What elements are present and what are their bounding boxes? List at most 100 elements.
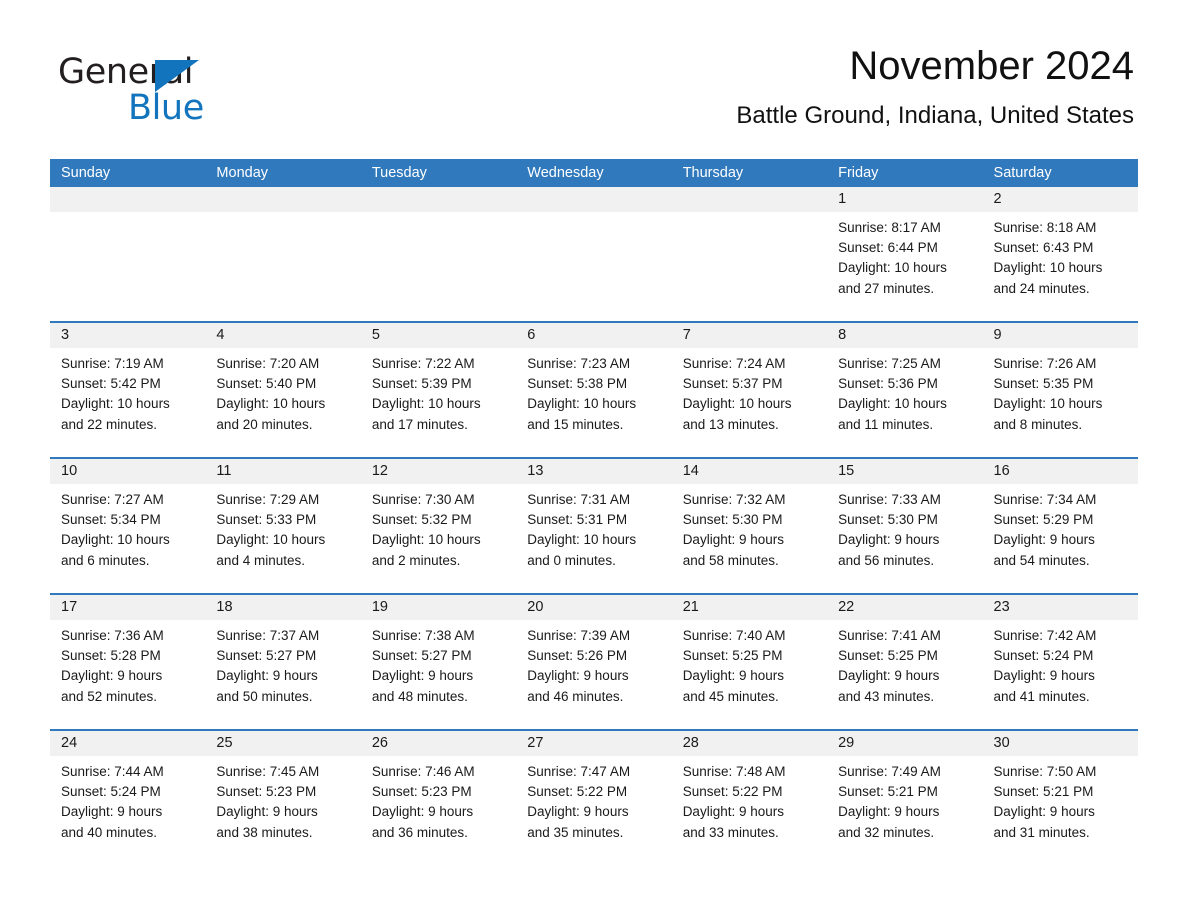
day-cell-30[interactable]: 30 Sunrise: 7:50 AM Sunset: 5:21 PM Dayl… <box>982 731 1138 851</box>
day-number: 17 <box>50 595 206 620</box>
day-cell-1[interactable]: 1 Sunrise: 8:17 AM Sunset: 6:44 PM Dayli… <box>827 187 983 321</box>
day-cell-3[interactable]: 3 Sunrise: 7:19 AM Sunset: 5:42 PM Dayli… <box>50 323 206 457</box>
day-details: Sunrise: 7:22 AM Sunset: 5:39 PM Dayligh… <box>361 348 516 435</box>
weekday-header-saturday: Saturday <box>993 165 1052 181</box>
day-details: Sunrise: 7:48 AM Sunset: 5:22 PM Dayligh… <box>672 756 827 843</box>
day-cell-16[interactable]: 16 Sunrise: 7:34 AM Sunset: 5:29 PM Dayl… <box>982 459 1138 593</box>
weekday-header-monday: Monday <box>216 165 269 181</box>
day-cell-11[interactable]: 11 Sunrise: 7:29 AM Sunset: 5:33 PM Dayl… <box>205 459 361 593</box>
day-cell-20[interactable]: 20 Sunrise: 7:39 AM Sunset: 5:26 PM Dayl… <box>516 595 672 729</box>
sunrise-text: Sunrise: 7:45 AM <box>216 764 320 779</box>
sunrise-text: Sunrise: 7:39 AM <box>527 628 631 643</box>
day-number: 26 <box>360 731 517 756</box>
day-details <box>205 212 360 218</box>
daylight-text-line1: Daylight: 10 hours <box>838 396 947 412</box>
daylight-text-line2: and 43 minutes. <box>838 688 935 704</box>
daylight-text-line1: Daylight: 10 hours <box>993 396 1103 412</box>
day-details <box>50 212 205 218</box>
day-details: Sunrise: 7:24 AM Sunset: 5:37 PM Dayligh… <box>672 348 827 435</box>
daylight-text-line1: Daylight: 10 hours <box>527 532 637 548</box>
day-number: 22 <box>827 595 983 620</box>
daylight-text-line2: and 20 minutes. <box>216 416 313 432</box>
daylight-text-line1: Daylight: 10 hours <box>216 396 326 412</box>
sunset-text: Sunset: 5:33 PM <box>216 512 317 528</box>
day-cell-27[interactable]: 27 Sunrise: 7:47 AM Sunset: 5:22 PM Dayl… <box>516 731 672 851</box>
day-cell-23[interactable]: 23 Sunrise: 7:42 AM Sunset: 5:24 PM Dayl… <box>982 595 1138 729</box>
generalblue-logo[interactable]: General Blue <box>58 52 318 138</box>
day-number <box>205 187 361 212</box>
day-cell-18[interactable]: 18 Sunrise: 7:37 AM Sunset: 5:27 PM Dayl… <box>205 595 361 729</box>
day-details: Sunrise: 7:38 AM Sunset: 5:27 PM Dayligh… <box>361 620 516 707</box>
day-details: Sunrise: 7:41 AM Sunset: 5:25 PM Dayligh… <box>827 620 982 707</box>
daylight-text-line2: and 52 minutes. <box>61 688 158 704</box>
day-cell-19[interactable]: 19 Sunrise: 7:38 AM Sunset: 5:27 PM Dayl… <box>360 595 517 729</box>
daylight-text-line1: Daylight: 10 hours <box>61 396 170 412</box>
sunset-text: Sunset: 5:24 PM <box>993 648 1094 664</box>
day-cell <box>360 187 517 321</box>
day-cell-10[interactable]: 10 Sunrise: 7:27 AM Sunset: 5:34 PM Dayl… <box>50 459 206 593</box>
day-number: 18 <box>205 595 361 620</box>
sunset-text: Sunset: 5:21 PM <box>838 784 938 800</box>
day-cell-6[interactable]: 6 Sunrise: 7:23 AM Sunset: 5:38 PM Dayli… <box>516 323 672 457</box>
day-cell-28[interactable]: 28 Sunrise: 7:48 AM Sunset: 5:22 PM Dayl… <box>671 731 828 851</box>
daylight-text-line1: Daylight: 10 hours <box>682 396 792 412</box>
daylight-text-line1: Daylight: 9 hours <box>838 804 940 820</box>
sunset-text: Sunset: 5:42 PM <box>61 376 161 392</box>
daylight-text-line2: and 24 minutes. <box>993 280 1090 296</box>
day-cell-25[interactable]: 25 Sunrise: 7:45 AM Sunset: 5:23 PM Dayl… <box>205 731 361 851</box>
day-cell-12[interactable]: 12 Sunrise: 7:30 AM Sunset: 5:32 PM Dayl… <box>360 459 517 593</box>
daylight-text-line2: and 35 minutes. <box>527 824 624 840</box>
sunrise-text: Sunrise: 7:36 AM <box>61 628 164 643</box>
sunrise-text: Sunrise: 7:46 AM <box>371 764 475 779</box>
day-cell-13[interactable]: 13 Sunrise: 7:31 AM Sunset: 5:31 PM Dayl… <box>516 459 672 593</box>
sunset-text: Sunset: 5:21 PM <box>993 784 1094 800</box>
day-cell-8[interactable]: 8 Sunrise: 7:25 AM Sunset: 5:36 PM Dayli… <box>827 323 983 457</box>
day-cell-9[interactable]: 9 Sunrise: 7:26 AM Sunset: 5:35 PM Dayli… <box>982 323 1138 457</box>
day-cell-7[interactable]: 7 Sunrise: 7:24 AM Sunset: 5:37 PM Dayli… <box>671 323 828 457</box>
day-cell-24[interactable]: 24 Sunrise: 7:44 AM Sunset: 5:24 PM Dayl… <box>50 731 206 851</box>
daylight-text-line1: Daylight: 9 hours <box>682 668 784 684</box>
day-cell-14[interactable]: 14 Sunrise: 7:32 AM Sunset: 5:30 PM Dayl… <box>671 459 828 593</box>
sunrise-text: Sunrise: 7:25 AM <box>838 356 941 371</box>
day-cell-4[interactable]: 4 Sunrise: 7:20 AM Sunset: 5:40 PM Dayli… <box>205 323 361 457</box>
sunset-text: Sunset: 5:30 PM <box>838 512 938 528</box>
weekday-header-row: Sunday Monday Tuesday Wednesday Thursday… <box>50 159 1138 187</box>
sunset-text: Sunset: 5:40 PM <box>216 376 317 392</box>
daylight-text-line2: and 36 minutes. <box>371 824 468 840</box>
day-cell-29[interactable]: 29 Sunrise: 7:49 AM Sunset: 5:21 PM Dayl… <box>827 731 983 851</box>
day-cell-21[interactable]: 21 Sunrise: 7:40 AM Sunset: 5:25 PM Dayl… <box>671 595 828 729</box>
daylight-text-line2: and 0 minutes. <box>527 552 616 568</box>
daylight-text-line2: and 33 minutes. <box>682 824 779 840</box>
daylight-text-line1: Daylight: 10 hours <box>216 532 326 548</box>
sunrise-text: Sunrise: 7:24 AM <box>682 356 786 371</box>
daylight-text-line1: Daylight: 10 hours <box>371 532 481 548</box>
day-cell-2[interactable]: 2 Sunrise: 8:18 AM Sunset: 6:43 PM Dayli… <box>982 187 1138 321</box>
day-details: Sunrise: 7:25 AM Sunset: 5:36 PM Dayligh… <box>827 348 982 435</box>
day-cell-15[interactable]: 15 Sunrise: 7:33 AM Sunset: 5:30 PM Dayl… <box>827 459 983 593</box>
sunset-text: Sunset: 5:34 PM <box>61 512 161 528</box>
day-details: Sunrise: 7:29 AM Sunset: 5:33 PM Dayligh… <box>205 484 360 571</box>
sunrise-text: Sunrise: 7:42 AM <box>993 628 1097 643</box>
sunrise-text: Sunrise: 7:34 AM <box>993 492 1097 507</box>
sunset-text: Sunset: 6:44 PM <box>838 240 938 256</box>
sunrise-text: Sunrise: 8:17 AM <box>838 220 941 235</box>
sunset-text: Sunset: 5:23 PM <box>216 784 317 800</box>
day-number: 1 <box>827 187 983 212</box>
day-number: 28 <box>671 731 828 756</box>
sunset-text: Sunset: 5:30 PM <box>682 512 783 528</box>
sunrise-text: Sunrise: 7:27 AM <box>61 492 164 507</box>
daylight-text-line1: Daylight: 9 hours <box>216 668 318 684</box>
day-details: Sunrise: 7:50 AM Sunset: 5:21 PM Dayligh… <box>983 756 1138 843</box>
day-cell-22[interactable]: 22 Sunrise: 7:41 AM Sunset: 5:25 PM Dayl… <box>827 595 983 729</box>
day-cell <box>205 187 361 321</box>
daylight-text-line1: Daylight: 10 hours <box>61 532 170 548</box>
day-number: 21 <box>671 595 828 620</box>
page-title: November 2024 <box>849 44 1134 88</box>
day-cell-26[interactable]: 26 Sunrise: 7:46 AM Sunset: 5:23 PM Dayl… <box>360 731 517 851</box>
day-cell-17[interactable]: 17 Sunrise: 7:36 AM Sunset: 5:28 PM Dayl… <box>50 595 206 729</box>
sunset-text: Sunset: 5:26 PM <box>527 648 628 664</box>
daylight-text-line1: Daylight: 9 hours <box>61 804 163 820</box>
day-cell-5[interactable]: 5 Sunrise: 7:22 AM Sunset: 5:39 PM Dayli… <box>360 323 517 457</box>
sunset-text: Sunset: 5:32 PM <box>371 512 472 528</box>
sunrise-text: Sunrise: 7:19 AM <box>61 356 164 371</box>
